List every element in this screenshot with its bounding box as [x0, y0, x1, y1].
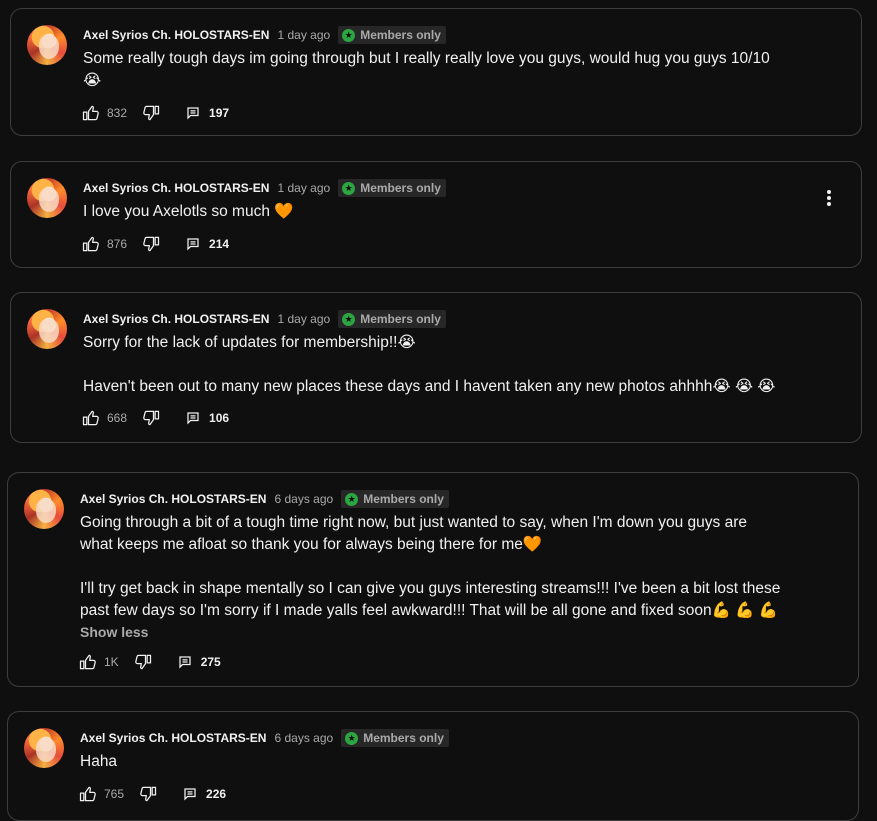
post-card: Axel Syrios Ch. HOLOSTARS-EN 1 day ago ★… — [10, 292, 862, 443]
thumb-down-icon[interactable] — [141, 103, 161, 123]
avatar[interactable] — [27, 178, 67, 218]
author-name[interactable]: Axel Syrios Ch. HOLOSTARS-EN — [80, 492, 266, 506]
avatar[interactable] — [24, 489, 64, 529]
action-bar: 832 197 — [81, 101, 229, 125]
author-name[interactable]: Axel Syrios Ch. HOLOSTARS-EN — [83, 28, 269, 42]
post-text: Some really tough days im going through … — [83, 50, 770, 89]
thumb-up-icon[interactable] — [81, 103, 101, 123]
thumb-up-icon[interactable] — [78, 652, 98, 672]
membership-star-icon: ★ — [342, 312, 356, 326]
like-count: 876 — [107, 237, 128, 251]
members-only-badge: ★ Members only — [338, 310, 446, 328]
thumb-down-icon[interactable] — [141, 408, 161, 428]
reply-count[interactable]: 214 — [209, 237, 229, 251]
membership-star-icon: ★ — [342, 181, 356, 195]
avatar[interactable] — [24, 728, 64, 768]
post-time[interactable]: 1 day ago — [277, 312, 330, 326]
post-header: Axel Syrios Ch. HOLOSTARS-EN 1 day ago ★… — [83, 309, 446, 329]
members-only-badge: ★ Members only — [338, 179, 446, 197]
reply-count[interactable]: 275 — [201, 655, 221, 669]
comment-icon[interactable] — [183, 103, 203, 123]
reply-count[interactable]: 106 — [209, 411, 229, 425]
post-card: Axel Syrios Ch. HOLOSTARS-EN 6 days ago … — [7, 472, 859, 687]
action-bar: 765 226 — [78, 782, 226, 806]
comment-icon[interactable] — [180, 784, 200, 804]
thumb-down-icon[interactable] — [133, 652, 153, 672]
post-time[interactable]: 6 days ago — [274, 731, 333, 745]
post-time[interactable]: 1 day ago — [277, 28, 330, 42]
more-vert-icon[interactable] — [823, 188, 835, 208]
comment-icon[interactable] — [183, 408, 203, 428]
action-bar: 668 106 — [81, 406, 229, 430]
comment-icon[interactable] — [175, 652, 195, 672]
post-header: Axel Syrios Ch. HOLOSTARS-EN 6 days ago … — [80, 728, 449, 748]
membership-star-icon: ★ — [342, 28, 356, 42]
comment-icon[interactable] — [183, 234, 203, 254]
show-less-button[interactable]: Show less — [80, 624, 148, 640]
author-name[interactable]: Axel Syrios Ch. HOLOSTARS-EN — [83, 181, 269, 195]
post-text: Haha — [80, 753, 118, 770]
membership-star-icon: ★ — [345, 492, 359, 506]
membership-star-icon: ★ — [345, 731, 359, 745]
post-text: I love you Axelotls so much 🧡 — [83, 203, 294, 220]
thumb-down-icon[interactable] — [138, 784, 158, 804]
like-count: 832 — [107, 106, 128, 120]
reply-count[interactable]: 226 — [206, 787, 226, 801]
like-count: 668 — [107, 411, 128, 425]
thumb-up-icon[interactable] — [81, 408, 101, 428]
avatar[interactable] — [27, 309, 67, 349]
post-time[interactable]: 1 day ago — [277, 181, 330, 195]
post-card: Axel Syrios Ch. HOLOSTARS-EN 6 days ago … — [7, 711, 859, 821]
action-bar: 1K 275 — [78, 650, 221, 674]
thumb-up-icon[interactable] — [78, 784, 98, 804]
post-header: Axel Syrios Ch. HOLOSTARS-EN 6 days ago … — [80, 489, 449, 509]
author-name[interactable]: Axel Syrios Ch. HOLOSTARS-EN — [83, 312, 269, 326]
post-time[interactable]: 6 days ago — [274, 492, 333, 506]
thumb-up-icon[interactable] — [81, 234, 101, 254]
action-bar: 876 214 — [81, 232, 229, 256]
like-count: 765 — [104, 787, 125, 801]
author-name[interactable]: Axel Syrios Ch. HOLOSTARS-EN — [80, 731, 266, 745]
post-text: Sorry for the lack of updates for member… — [83, 334, 776, 395]
post-card: Axel Syrios Ch. HOLOSTARS-EN 1 day ago ★… — [10, 161, 862, 268]
members-only-badge: ★ Members only — [341, 490, 449, 508]
post-header: Axel Syrios Ch. HOLOSTARS-EN 1 day ago ★… — [83, 178, 446, 198]
thumb-down-icon[interactable] — [141, 234, 161, 254]
post-card: Axel Syrios Ch. HOLOSTARS-EN 1 day ago ★… — [10, 8, 862, 136]
post-text: Going through a bit of a tough time righ… — [80, 514, 781, 619]
like-count: 1K — [104, 655, 119, 669]
avatar[interactable] — [27, 25, 67, 65]
members-only-badge: ★ Members only — [338, 26, 446, 44]
reply-count[interactable]: 197 — [209, 106, 229, 120]
post-header: Axel Syrios Ch. HOLOSTARS-EN 1 day ago ★… — [83, 25, 446, 45]
members-only-badge: ★ Members only — [341, 729, 449, 747]
